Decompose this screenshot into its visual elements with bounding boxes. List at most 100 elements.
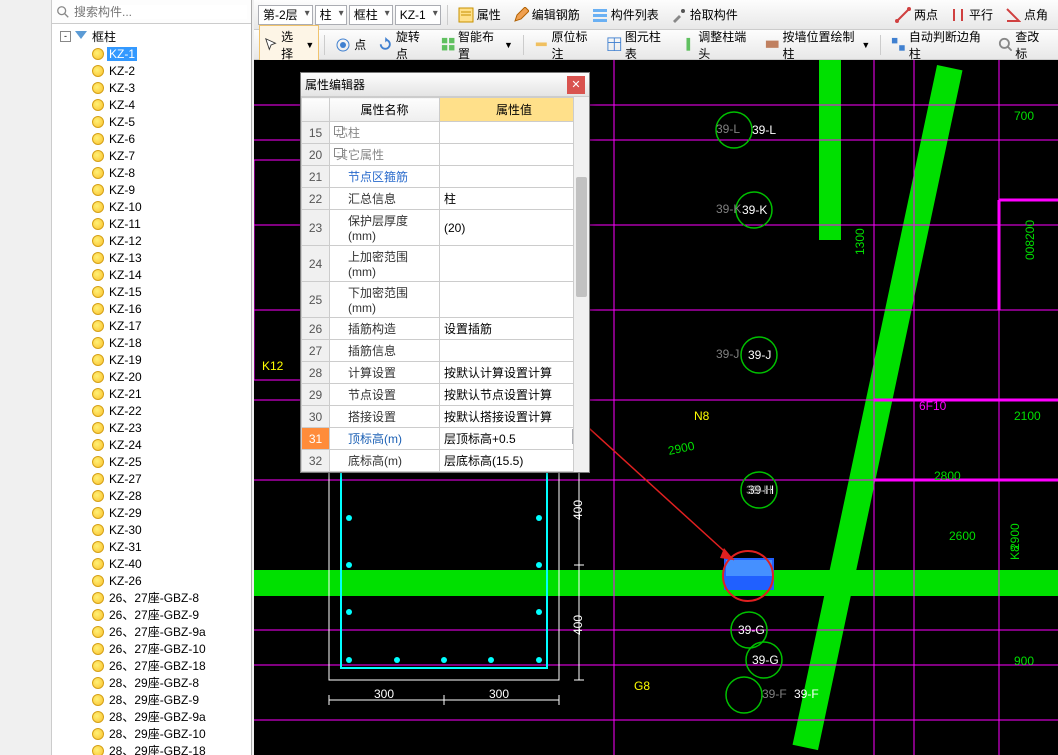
property-value[interactable]: 层顶标高+0.5▾ [440, 428, 589, 450]
category-combo[interactable]: 柱 [315, 5, 347, 25]
edit-rebar-button[interactable]: 编辑钢筋 [508, 3, 585, 26]
tree-item[interactable]: KZ-14 [52, 266, 251, 283]
pick-component-button[interactable]: 拾取构件 [666, 3, 743, 26]
tree-item[interactable]: KZ-10 [52, 198, 251, 215]
property-value[interactable]: (20) [440, 210, 589, 246]
collapse-icon[interactable]: - [334, 148, 343, 157]
rotate-point-button[interactable]: 旋转点 [373, 25, 433, 65]
tree-item[interactable]: KZ-20 [52, 368, 251, 385]
tree-item[interactable]: 28、29座-GBZ-10 [52, 725, 251, 742]
tree-item[interactable]: KZ-26 [52, 572, 251, 589]
property-row[interactable]: 20-其它属性 [302, 144, 589, 166]
tree-item[interactable]: KZ-19 [52, 351, 251, 368]
property-row[interactable]: 23保护层厚度(mm)(20) [302, 210, 589, 246]
property-row[interactable]: 28计算设置按默认计算设置计算 [302, 362, 589, 384]
tree-item[interactable]: KZ-25 [52, 453, 251, 470]
property-row[interactable]: 22汇总信息柱 [302, 188, 589, 210]
tree-item[interactable]: KZ-22 [52, 402, 251, 419]
tree-item[interactable]: KZ-9 [52, 181, 251, 198]
tree-item[interactable]: 26、27座-GBZ-8 [52, 589, 251, 606]
property-value[interactable] [440, 282, 589, 318]
tree-item[interactable]: KZ-13 [52, 249, 251, 266]
check-mark-button[interactable]: 查改标 [993, 25, 1053, 65]
select-button[interactable]: 选择▼ [259, 25, 319, 65]
expand-icon[interactable]: + [334, 126, 343, 135]
tree-item[interactable]: 26、27座-GBZ-10 [52, 640, 251, 657]
tree-item[interactable]: KZ-8 [52, 164, 251, 181]
tree-item[interactable]: 26、27座-GBZ-9a [52, 623, 251, 640]
property-value[interactable]: 设置插筋 [440, 318, 589, 340]
tree-item[interactable]: KZ-15 [52, 283, 251, 300]
property-value[interactable] [440, 340, 589, 362]
tree-item[interactable]: 28、29座-GBZ-8 [52, 674, 251, 691]
tree-item[interactable]: KZ-29 [52, 504, 251, 521]
tree-item[interactable]: KZ-6 [52, 130, 251, 147]
property-row[interactable]: 26插筋构造设置插筋 [302, 318, 589, 340]
property-scrollbar[interactable] [573, 97, 589, 472]
property-row[interactable]: 21节点区箍筋 [302, 166, 589, 188]
tree-item[interactable]: 28、29座-GBZ-9 [52, 691, 251, 708]
property-value[interactable]: 按默认节点设置计算 [440, 384, 589, 406]
property-value[interactable]: 柱 [440, 188, 589, 210]
tree-item[interactable]: KZ-16 [52, 300, 251, 317]
tree-item[interactable]: KZ-3 [52, 79, 251, 96]
property-row[interactable]: 31顶标高(m)层顶标高+0.5▾ [302, 428, 589, 450]
property-panel-titlebar[interactable]: 属性编辑器 ✕ [301, 73, 589, 97]
property-row[interactable]: 25下加密范围(mm) [302, 282, 589, 318]
tree-item[interactable]: KZ-21 [52, 385, 251, 402]
property-value[interactable] [440, 122, 589, 144]
tree-item[interactable]: KZ-1 [52, 45, 251, 62]
tree-item[interactable]: 28、29座-GBZ-9a [52, 708, 251, 725]
tree-item[interactable]: KZ-11 [52, 215, 251, 232]
close-icon[interactable]: ✕ [567, 76, 585, 94]
tree-item[interactable]: KZ-18 [52, 334, 251, 351]
tree-item[interactable]: KZ-2 [52, 62, 251, 79]
tree-item[interactable]: KZ-5 [52, 113, 251, 130]
draw-by-pos-button[interactable]: 按墙位置绘制柱▼ [760, 25, 875, 65]
property-row[interactable]: 29节点设置按默认节点设置计算 [302, 384, 589, 406]
collapse-icon[interactable]: - [60, 31, 71, 42]
component-tree[interactable]: -框柱KZ-1KZ-2KZ-3KZ-4KZ-5KZ-6KZ-7KZ-8KZ-9K… [52, 24, 251, 755]
tree-item[interactable]: KZ-17 [52, 317, 251, 334]
property-row[interactable]: 32底标高(m)层底标高(15.5) [302, 450, 589, 472]
point-button[interactable]: 点 [330, 33, 371, 56]
tree-item[interactable]: KZ-40 [52, 555, 251, 572]
property-value[interactable]: 按默认计算设置计算 [440, 362, 589, 384]
property-row[interactable]: 15+芯柱 [302, 122, 589, 144]
two-point-button[interactable]: 两点 [890, 3, 943, 26]
tree-item[interactable]: KZ-28 [52, 487, 251, 504]
property-value[interactable] [440, 144, 589, 166]
property-grid[interactable]: 属性名称 属性值 15+芯柱20-其它属性21节点区箍筋22汇总信息柱23保护层… [301, 97, 589, 472]
component-combo[interactable]: KZ-1 [395, 5, 441, 25]
tree-item[interactable]: KZ-7 [52, 147, 251, 164]
property-row[interactable]: 30搭接设置按默认搭接设置计算 [302, 406, 589, 428]
property-value[interactable] [440, 246, 589, 282]
graph-col-button[interactable]: 图元柱表 [602, 25, 673, 65]
tree-item[interactable]: 26、27座-GBZ-18 [52, 657, 251, 674]
point-angle-button[interactable]: 点角 [1000, 3, 1053, 26]
tree-root[interactable]: -框柱 [52, 28, 251, 45]
floor-combo[interactable]: 第-2层 [258, 5, 313, 25]
property-row[interactable]: 27插筋信息 [302, 340, 589, 362]
tree-item[interactable]: KZ-4 [52, 96, 251, 113]
adjust-end-button[interactable]: 调整柱端头 [676, 25, 758, 65]
tree-item[interactable]: KZ-31 [52, 538, 251, 555]
orig-mark-button[interactable]: 原位标注 [529, 25, 600, 65]
auto-corner-button[interactable]: 自动判断边角柱 [886, 25, 990, 65]
tree-item[interactable]: KZ-27 [52, 470, 251, 487]
tree-item[interactable]: KZ-23 [52, 419, 251, 436]
search-input[interactable] [74, 5, 247, 19]
tree-item[interactable]: 26、27座-GBZ-9 [52, 606, 251, 623]
scrollbar-thumb[interactable] [576, 177, 587, 297]
smart-layout-button[interactable]: 智能布置▼ [436, 25, 518, 65]
type-combo[interactable]: 框柱 [349, 5, 393, 25]
property-button[interactable]: 属性 [453, 3, 506, 26]
tree-item[interactable]: KZ-12 [52, 232, 251, 249]
tree-item[interactable]: 28、29座-GBZ-18 [52, 742, 251, 755]
parallel-button[interactable]: 平行 [945, 3, 998, 26]
property-value[interactable] [440, 166, 589, 188]
property-value[interactable]: 层底标高(15.5) [440, 450, 589, 472]
component-list-button[interactable]: 构件列表 [587, 3, 664, 26]
tree-item[interactable]: KZ-30 [52, 521, 251, 538]
property-editor-panel[interactable]: 属性编辑器 ✕ 属性名称 属性值 15+芯柱20-其它属性21节点区箍筋22汇总… [300, 72, 590, 473]
